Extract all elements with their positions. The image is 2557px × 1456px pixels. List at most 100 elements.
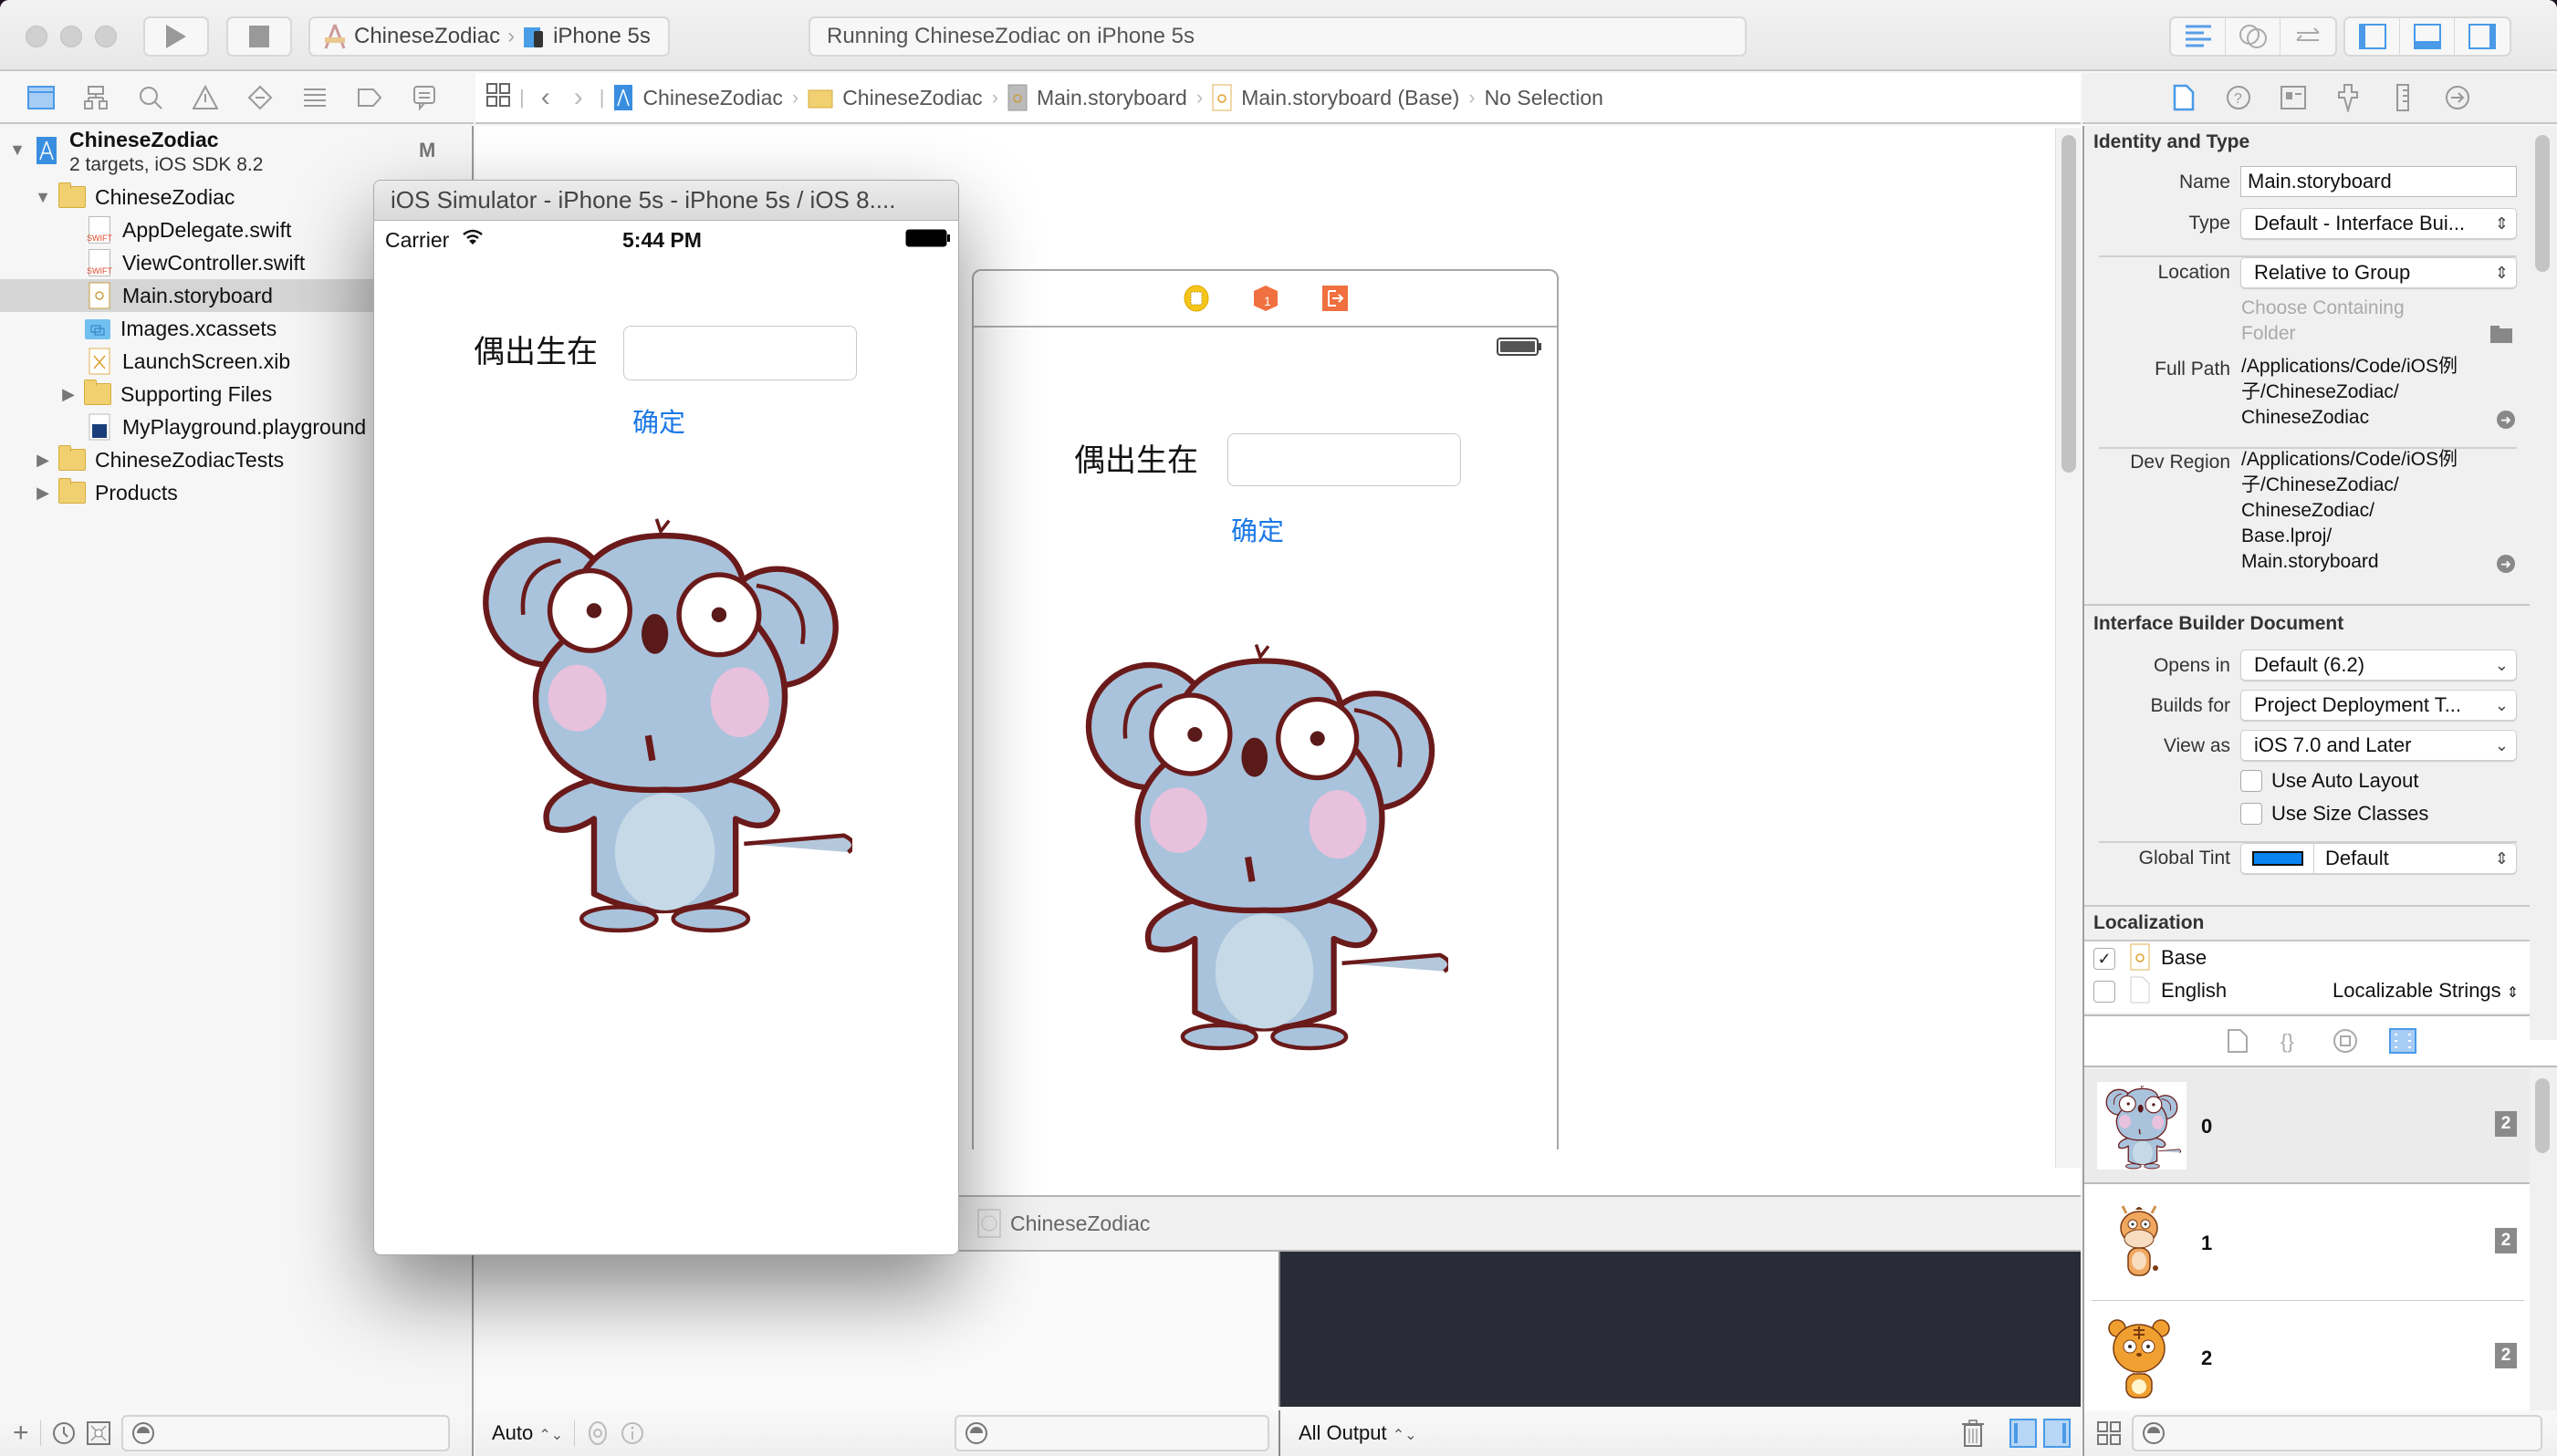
- console-output[interactable]: [1278, 1252, 2081, 1407]
- breakpoint-navigator-icon[interactable]: [354, 82, 385, 113]
- toggle-navigator-button[interactable]: [2345, 18, 2400, 55]
- media-library-icon[interactable]: [2389, 1028, 2416, 1054]
- view-controller-scene[interactable]: 1 偶出生在 确定: [972, 269, 1559, 1149]
- object-library-icon[interactable]: [2333, 1028, 2358, 1054]
- ios-simulator-window[interactable]: iOS Simulator - iPhone 5s - iPhone 5s / …: [373, 180, 959, 1255]
- scrollbar-thumb[interactable]: [2535, 1078, 2550, 1153]
- output-filter-popup[interactable]: All Output ⌃⌄: [1299, 1421, 1417, 1445]
- use-auto-layout-checkbox[interactable]: [2240, 770, 2262, 792]
- first-responder-icon[interactable]: 1: [1252, 284, 1279, 313]
- birth-year-textfield[interactable]: [623, 326, 857, 380]
- assistant-editor-button[interactable]: [2226, 18, 2280, 55]
- file-template-library-icon[interactable]: [2227, 1028, 2249, 1054]
- add-file-button[interactable]: +: [13, 1418, 29, 1449]
- recent-files-icon[interactable]: [52, 1421, 76, 1445]
- disclosure-triangle-collapsed-icon[interactable]: ▶: [58, 385, 78, 404]
- project-navigator-icon[interactable]: [26, 82, 57, 113]
- disclosure-triangle-collapsed-icon[interactable]: ▶: [33, 451, 53, 470]
- carrier-label: Carrier: [385, 228, 450, 252]
- folder-icon: [808, 89, 833, 109]
- disclosure-triangle-expanded-icon[interactable]: ▼: [33, 188, 53, 207]
- jumpbar-item[interactable]: No Selection: [1485, 86, 1603, 110]
- quick-help-icon[interactable]: ?: [2225, 82, 2252, 113]
- canvas-vertical-scrollbar[interactable]: [2055, 128, 2081, 1168]
- show-console-toggle-icon[interactable]: [2043, 1419, 2071, 1448]
- name-field[interactable]: Main.storyboard: [2240, 166, 2517, 197]
- variables-filter-field[interactable]: [955, 1415, 1269, 1451]
- jumpbar-item[interactable]: Main.storyboard (Base): [1241, 86, 1459, 110]
- localization-type-popup[interactable]: Localizable Strings ⇕: [2333, 979, 2519, 1003]
- standard-editor-button[interactable]: [2171, 18, 2226, 55]
- back-button[interactable]: ‹: [534, 82, 558, 113]
- symbol-navigator-icon[interactable]: [80, 82, 111, 113]
- stop-button[interactable]: [226, 16, 292, 57]
- grid-view-icon[interactable]: [2097, 1421, 2121, 1445]
- scrollbar-thumb[interactable]: [2535, 135, 2550, 272]
- scene-root-view[interactable]: 偶出生在 确定: [974, 328, 1557, 1149]
- library-item[interactable]: 1 2: [2084, 1186, 2531, 1301]
- disclosure-triangle-collapsed-icon[interactable]: ▶: [33, 484, 53, 503]
- fullpath-line: /Applications/Code/iOS例: [2241, 356, 2458, 377]
- find-navigator-icon[interactable]: [135, 82, 166, 113]
- code-snippet-library-icon[interactable]: {}: [2280, 1028, 2301, 1054]
- confirm-button[interactable]: 确定: [632, 401, 685, 440]
- global-tint-popup[interactable]: Default ⇕: [2240, 843, 2517, 874]
- jumpbar-item[interactable]: Main.storyboard: [1037, 86, 1187, 110]
- opens-in-popup[interactable]: Default (6.2) ⌄: [2240, 650, 2517, 681]
- source-control-filter-icon[interactable]: [86, 1421, 110, 1445]
- reveal-in-finder-icon[interactable]: ➜: [2497, 555, 2515, 573]
- library-scrollbar[interactable]: [2530, 1073, 2557, 1410]
- exit-icon[interactable]: [1321, 285, 1349, 312]
- use-size-classes-checkbox[interactable]: [2240, 803, 2262, 825]
- variables-scope-popup[interactable]: Auto ⌃⌄: [492, 1421, 563, 1445]
- size-inspector-icon[interactable]: [2389, 82, 2416, 113]
- forward-button[interactable]: ›: [567, 82, 590, 113]
- library-item[interactable]: 2 2: [2084, 1301, 2531, 1410]
- builds-for-popup[interactable]: Project Deployment T... ⌄: [2240, 690, 2517, 721]
- choose-folder-icon[interactable]: [2490, 325, 2512, 343]
- navigator-filter-field[interactable]: [120, 1415, 450, 1451]
- zoom-window-button[interactable]: [95, 26, 117, 47]
- view-as-popup[interactable]: iOS 7.0 and Later ⌄: [2240, 730, 2517, 761]
- related-items-icon[interactable]: [486, 83, 510, 112]
- attributes-inspector-icon[interactable]: [2334, 82, 2362, 113]
- trash-icon[interactable]: [1961, 1419, 1985, 1448]
- quick-look-icon[interactable]: [586, 1421, 610, 1445]
- base-localization-checkbox[interactable]: ✓: [2093, 948, 2115, 970]
- location-popup[interactable]: Relative to Group ⇕: [2240, 257, 2517, 288]
- simulator-title-bar[interactable]: iOS Simulator - iPhone 5s - iPhone 5s / …: [374, 181, 958, 221]
- inspector-scrollbar[interactable]: [2530, 128, 2557, 1040]
- battery-icon: [905, 229, 950, 247]
- type-popup[interactable]: Default - Interface Bui... ⇕: [2240, 208, 2517, 239]
- run-button[interactable]: [143, 16, 209, 57]
- project-row[interactable]: ▼ ChineseZodiac 2 targets, iOS SDK 8.2 M: [0, 126, 474, 188]
- close-window-button[interactable]: [26, 26, 47, 47]
- debug-navigator-icon[interactable]: [299, 82, 330, 113]
- toggle-debug-button[interactable]: [2400, 18, 2455, 55]
- type-label: Type: [2188, 213, 2230, 234]
- english-localization-checkbox[interactable]: [2093, 981, 2115, 1003]
- jumpbar-item[interactable]: ChineseZodiac: [642, 86, 782, 110]
- connections-inspector-icon[interactable]: [2444, 82, 2471, 113]
- minimize-window-button[interactable]: [60, 26, 82, 47]
- reveal-in-finder-icon[interactable]: ➜: [2497, 411, 2515, 429]
- identity-inspector-icon[interactable]: [2280, 82, 2307, 113]
- confirm-button[interactable]: 确定: [1231, 510, 1284, 548]
- view-controller-icon[interactable]: [1183, 284, 1210, 313]
- disclosure-triangle-expanded-icon[interactable]: ▼: [7, 140, 27, 160]
- scrollbar-thumb[interactable]: [2061, 135, 2076, 473]
- library-filter-field[interactable]: [2132, 1415, 2542, 1451]
- issue-navigator-icon[interactable]: [190, 82, 221, 113]
- library-item[interactable]: 0 2: [2084, 1069, 2531, 1184]
- log-navigator-icon[interactable]: [409, 82, 440, 113]
- fullpath-value: /Applications/Code/iOS例 子/ChineseZodiac/…: [2241, 354, 2497, 431]
- file-inspector-icon[interactable]: [2170, 82, 2197, 113]
- scheme-selector[interactable]: ChineseZodiac › iPhone 5s: [308, 16, 670, 57]
- version-editor-button[interactable]: [2280, 18, 2335, 55]
- info-icon[interactable]: [621, 1421, 644, 1445]
- toggle-inspector-button[interactable]: [2455, 18, 2510, 55]
- birth-year-textfield[interactable]: [1227, 433, 1461, 486]
- test-navigator-icon[interactable]: [245, 82, 276, 113]
- show-variables-toggle-icon[interactable]: [2009, 1419, 2037, 1448]
- jumpbar-item[interactable]: ChineseZodiac: [842, 86, 982, 110]
